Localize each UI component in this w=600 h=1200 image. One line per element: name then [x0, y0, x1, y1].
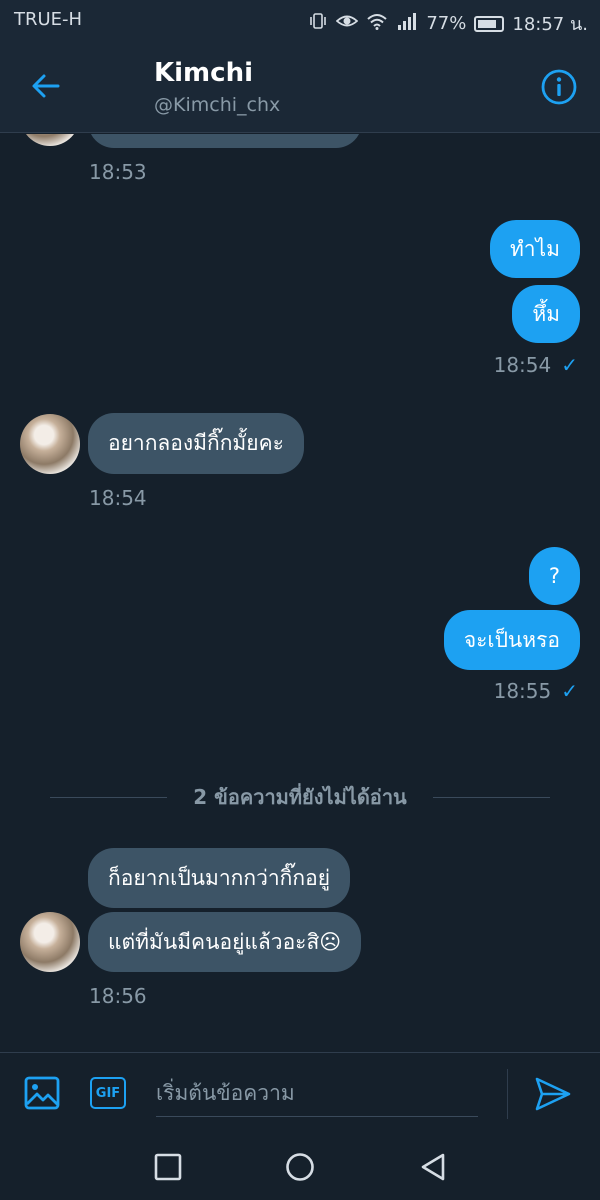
message-timestamp: 18:56 [89, 984, 147, 1008]
triangle-nav-icon[interactable] [418, 1151, 450, 1183]
outgoing-message-bubble[interactable]: ทำไม [489, 220, 580, 278]
battery-icon [474, 15, 505, 32]
send-icon[interactable] [534, 1075, 572, 1113]
outgoing-message-bubble[interactable]: หึ้ม [512, 285, 580, 343]
eye-icon [336, 11, 359, 36]
unread-count-label: 2 ข้อความที่ยังไม่ได้อ่าน [193, 785, 407, 809]
incoming-message-bubble[interactable]: อยากลองมีกิ๊กมั้ยคะ [88, 413, 304, 474]
conversation-header: Kimchi @Kimchi_chx [0, 40, 600, 133]
gif-icon[interactable]: GIF [90, 1077, 126, 1109]
back-arrow-icon[interactable] [28, 68, 64, 104]
contact-avatar[interactable] [20, 414, 80, 474]
status-icons: 77% 18:57 น. [308, 9, 588, 38]
unread-divider: 2 ข้อความที่ยังไม่ได้อ่าน [50, 782, 550, 812]
wifi-icon [366, 11, 388, 36]
message-timestamp: 18:54 ✓ [494, 353, 578, 377]
contact-handle[interactable]: @Kimchi_chx [154, 94, 280, 116]
incoming-message-bubble[interactable]: แต่ที่มันมีคนอยู่แล้วอะสิ☹ [88, 912, 362, 972]
read-check-icon: ✓ [561, 353, 578, 377]
timestamp-text: 18:55 [493, 679, 552, 703]
signal-icon [396, 11, 418, 36]
system-nav-bar [0, 1134, 600, 1200]
info-icon[interactable] [540, 68, 578, 106]
outgoing-message-bubble[interactable]: ? [528, 547, 580, 605]
vibrate-icon [308, 11, 328, 36]
incoming-message-bubble[interactable] [88, 134, 362, 148]
message-timestamp: 18:53 [89, 160, 147, 184]
square-nav-icon[interactable] [152, 1151, 184, 1183]
contact-name[interactable]: Kimchi [154, 58, 253, 88]
divider-line [50, 796, 168, 798]
battery-percent: 77% [426, 13, 467, 34]
message-timestamp: 18:54 [89, 486, 147, 510]
message-timestamp: 18:55 ✓ [494, 679, 578, 703]
timestamp-text: 18:54 [493, 353, 552, 377]
divider-line [432, 796, 550, 798]
contact-avatar[interactable] [20, 912, 80, 972]
image-icon[interactable] [24, 1075, 60, 1111]
read-check-icon: ✓ [561, 679, 578, 703]
message-list: 18:53 ทำไม หึ้ม 18:54 ✓ อยากลองมีกิ๊กมั้… [0, 134, 600, 1052]
circle-nav-icon[interactable] [284, 1151, 316, 1183]
clock: 18:57 น. [512, 14, 588, 35]
status-bar: TRUE-H 77% 18:57 น. [0, 0, 600, 40]
contact-avatar[interactable] [20, 134, 80, 146]
composer-divider [507, 1069, 508, 1119]
outgoing-message-bubble[interactable]: จะเป็นหรอ [443, 610, 580, 670]
carrier-label: TRUE-H [14, 9, 83, 30]
message-composer: GIF [0, 1052, 600, 1134]
incoming-message-bubble[interactable]: ก็อยากเป็นมากกว่ากิ๊กอยู่ [88, 848, 350, 908]
message-input[interactable] [156, 1069, 478, 1117]
